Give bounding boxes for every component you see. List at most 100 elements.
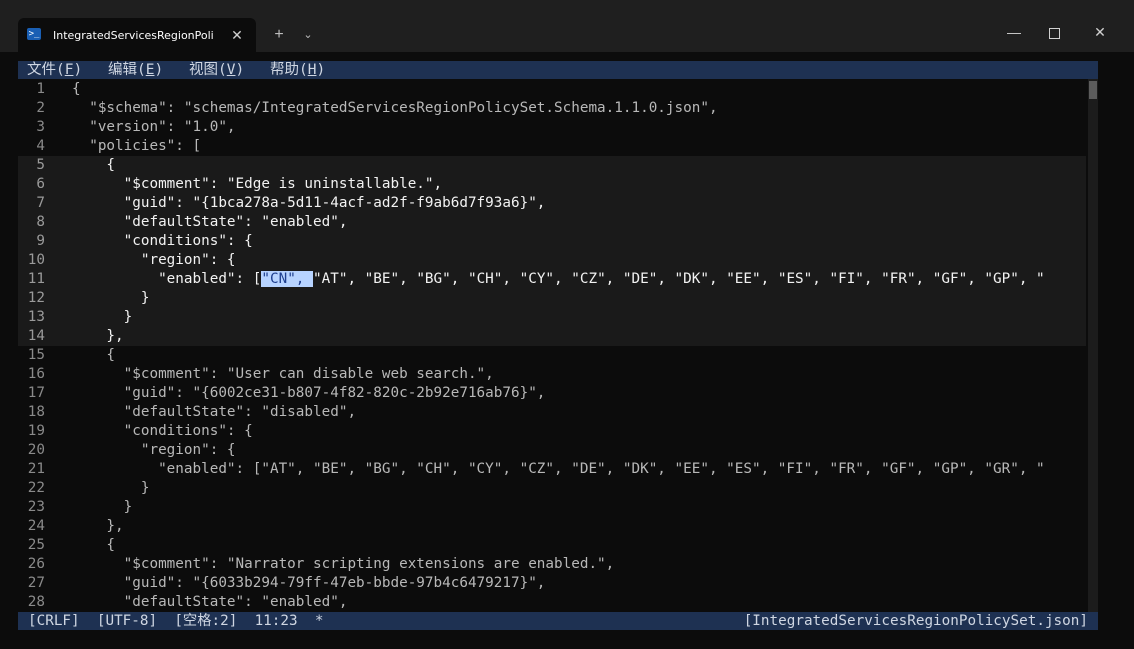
code-line[interactable]: 12 }: [18, 289, 1086, 308]
line-text: "policies": [: [72, 138, 202, 154]
code-line[interactable]: 28 "defaultState": "enabled",: [18, 593, 1086, 612]
code-line[interactable]: 19 "conditions": {: [18, 422, 1086, 441]
maximize-icon: [1048, 27, 1060, 39]
code-line[interactable]: 7 "guid": "{1bca278a-5d11-4acf-ad2f-f9ab…: [18, 194, 1086, 213]
line-text: "enabled": ["AT", "BE", "BG", "CH", "CY"…: [72, 461, 1045, 477]
close-window-button[interactable]: ✕: [1085, 20, 1115, 44]
code-line[interactable]: 9 "conditions": {: [18, 232, 1086, 251]
code-line[interactable]: 18 "defaultState": "disabled",: [18, 403, 1086, 422]
line-text: {: [72, 537, 116, 553]
code-line[interactable]: 16 "$comment": "User can disable web sea…: [18, 365, 1086, 384]
line-number: 10: [27, 252, 45, 268]
scrollbar-thumb[interactable]: [1089, 81, 1097, 99]
code-line[interactable]: 15 {: [18, 346, 1086, 365]
line-number: 22: [27, 480, 45, 496]
line-number: 2: [36, 100, 45, 116]
line-number: 16: [27, 366, 45, 382]
line-text: "$comment": "User can disable web search…: [72, 366, 494, 382]
line-number: 26: [27, 556, 45, 572]
line-text-before-selection: "enabled": [: [72, 271, 262, 287]
line-text: "conditions": {: [72, 423, 253, 439]
line-number: 5: [36, 157, 45, 173]
line-number: 7: [36, 195, 45, 211]
chevron-down-icon: ⌄: [303, 29, 313, 41]
line-number: 27: [27, 575, 45, 591]
line-number: 20: [27, 442, 45, 458]
menu-file[interactable]: 文件(F): [27, 61, 82, 79]
line-number: 21: [27, 461, 45, 477]
code-line[interactable]: 27 "guid": "{6033b294-79ff-47eb-bbde-97b…: [18, 574, 1086, 593]
line-number: 18: [27, 404, 45, 420]
line-number: 14: [27, 328, 45, 344]
line-text: "$comment": "Narrator scripting extensio…: [72, 556, 615, 572]
line-text: "region": {: [72, 252, 236, 268]
new-tab-button[interactable]: +: [268, 24, 290, 46]
maximize-button[interactable]: [1039, 20, 1069, 44]
line-number: 19: [27, 423, 45, 439]
menu-view[interactable]: 视图(V): [189, 61, 244, 79]
editor-text-area[interactable]: 1{2 "$schema": "schemas/IntegratedServic…: [18, 79, 1098, 612]
code-line[interactable]: 26 "$comment": "Narrator scripting exten…: [18, 555, 1086, 574]
status-info: [CRLF] [UTF-8] [空格:2] 11:23 *: [28, 613, 324, 629]
line-text: "$comment": "Edge is uninstallable.",: [72, 176, 443, 192]
line-number: 9: [36, 233, 45, 249]
code-line[interactable]: 11 "enabled": ["CN", "AT", "BE", "BG", "…: [18, 270, 1086, 289]
text-selection[interactable]: "CN",: [261, 271, 314, 287]
powershell-icon: >_: [27, 28, 41, 40]
code-line[interactable]: 13 }: [18, 308, 1086, 327]
tab-title: IntegratedServicesRegionPolicySet.json: [53, 29, 213, 42]
menu-help[interactable]: 帮助(H): [270, 61, 325, 79]
line-text: {: [72, 347, 116, 363]
code-line[interactable]: 1{: [18, 80, 1086, 99]
line-text: "defaultState": "enabled",: [72, 594, 348, 610]
code-line[interactable]: 2 "$schema": "schemas/IntegratedServices…: [18, 99, 1086, 118]
code-line[interactable]: 10 "region": {: [18, 251, 1086, 270]
line-number: 23: [27, 499, 45, 515]
line-text: "version": "1.0",: [72, 119, 236, 135]
line-text: "enabled": ["CN", "AT", "BE", "BG", "CH"…: [72, 270, 1086, 289]
line-text: "guid": "{6033b294-79ff-47eb-bbde-97b4c6…: [72, 575, 546, 591]
line-number: 1: [36, 81, 45, 97]
code-line[interactable]: 21 "enabled": ["AT", "BE", "BG", "CH", "…: [18, 460, 1086, 479]
line-number: 8: [36, 214, 45, 230]
tab-active[interactable]: >_ IntegratedServicesRegionPolicySet.jso…: [18, 18, 256, 52]
line-text: },: [72, 518, 124, 534]
tab-close-button[interactable]: ✕: [227, 25, 247, 45]
line-text: "$schema": "schemas/IntegratedServicesRe…: [72, 100, 718, 116]
code-line[interactable]: 5 {: [18, 156, 1086, 175]
code-line[interactable]: 22 }: [18, 479, 1086, 498]
line-text: "conditions": {: [72, 233, 253, 249]
line-text: "guid": "{1bca278a-5d11-4acf-ad2f-f9ab6d…: [72, 195, 546, 211]
code-line[interactable]: 20 "region": {: [18, 441, 1086, 460]
menu-bar: 文件(F) 编辑(E) 视图(V) 帮助(H): [18, 61, 1098, 79]
line-text: {: [72, 81, 81, 97]
line-text: "guid": "{6002ce31-b807-4f82-820c-2b92e7…: [72, 385, 546, 401]
line-number: 12: [27, 290, 45, 306]
minimize-button[interactable]: —: [999, 20, 1029, 44]
code-line[interactable]: 6 "$comment": "Edge is uninstallable.",: [18, 175, 1086, 194]
line-text-after-selection: "AT", "BE", "BG", "CH", "CY", "CZ", "DE"…: [313, 271, 1045, 287]
line-text: },: [72, 328, 124, 344]
code-line[interactable]: 14 },: [18, 327, 1086, 346]
code-line[interactable]: 4 "policies": [: [18, 137, 1086, 156]
status-bar: [CRLF] [UTF-8] [空格:2] 11:23 * [Integrate…: [18, 612, 1098, 630]
line-text: {: [72, 157, 116, 173]
code-line[interactable]: 17 "guid": "{6002ce31-b807-4f82-820c-2b9…: [18, 384, 1086, 403]
terminal-window: >_ IntegratedServicesRegionPolicySet.jso…: [0, 0, 1134, 649]
line-number: 15: [27, 347, 45, 363]
code-line[interactable]: 25 {: [18, 536, 1086, 555]
tab-dropdown-button[interactable]: ⌄: [298, 24, 318, 46]
line-number: 11: [27, 271, 45, 287]
title-bar: >_ IntegratedServicesRegionPolicySet.jso…: [0, 0, 1134, 52]
vertical-scrollbar[interactable]: [1088, 79, 1098, 612]
menu-edit[interactable]: 编辑(E): [108, 61, 163, 79]
code-line[interactable]: 3 "version": "1.0",: [18, 118, 1086, 137]
line-text: }: [72, 309, 133, 325]
code-line[interactable]: 8 "defaultState": "enabled",: [18, 213, 1086, 232]
line-text: "region": {: [72, 442, 236, 458]
line-number: 17: [27, 385, 45, 401]
code-line[interactable]: 23 }: [18, 498, 1086, 517]
line-number: 13: [27, 309, 45, 325]
code-line[interactable]: 24 },: [18, 517, 1086, 536]
line-text: "defaultState": "enabled",: [72, 214, 348, 230]
